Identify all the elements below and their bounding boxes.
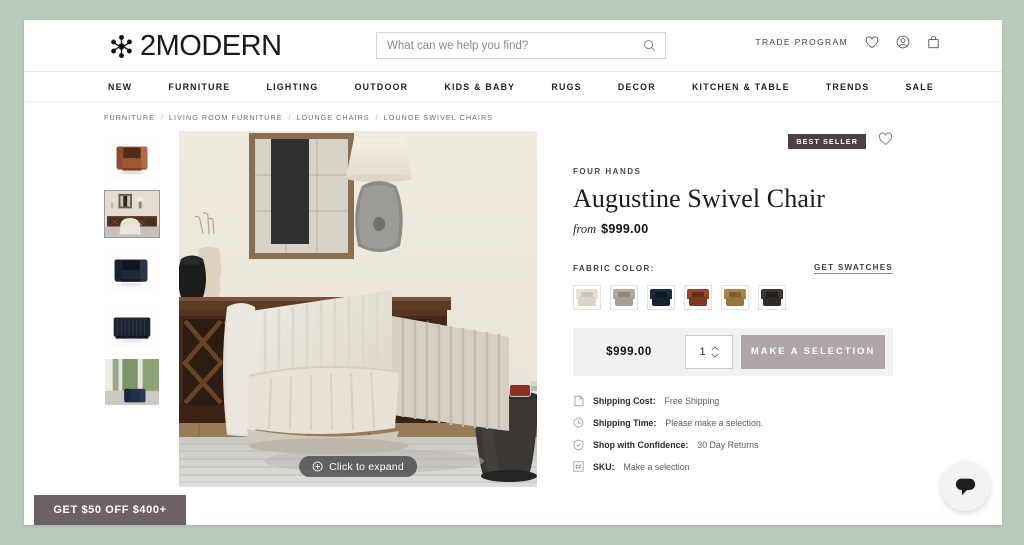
- chat-bubble-icon: [955, 478, 976, 496]
- browser-viewport: 2MODERN TRADE PROGRAM: [24, 20, 1002, 525]
- product-price: from $999.00: [573, 222, 893, 237]
- swatch-camel-tan[interactable]: [721, 284, 749, 310]
- product-badge-row: BEST SELLER: [573, 132, 893, 151]
- fabric-color-header: FABRIC COLOR: GET SWATCHES: [573, 263, 893, 274]
- get-swatches-link[interactable]: GET SWATCHES: [813, 263, 893, 274]
- heart-icon[interactable]: [865, 35, 879, 49]
- nav-item-outdoor[interactable]: OUTDOOR: [355, 82, 409, 92]
- breadcrumb-separator: /: [160, 113, 163, 122]
- asterisk-star-logo-icon: [111, 34, 132, 58]
- primary-nav: NEW FURNITURE LIGHTING OUTDOOR KIDS & BA…: [24, 72, 1002, 102]
- nav-item-decor[interactable]: DECOR: [618, 82, 656, 92]
- status-badge: BEST SELLER: [788, 133, 866, 149]
- price-prefix: from: [573, 221, 597, 236]
- thumbnail-navy-chair-lifestyle[interactable]: [104, 358, 160, 406]
- trade-program-link[interactable]: TRADE PROGRAM: [755, 37, 848, 47]
- nav-item-trends[interactable]: TRENDS: [826, 82, 870, 92]
- nav-item-furniture[interactable]: FURNITURE: [168, 82, 230, 92]
- meta-row-sku: SKU: Make a selection: [573, 456, 893, 478]
- purchase-price: $999.00: [606, 345, 652, 358]
- nav-item-kids-baby[interactable]: KIDS & BABY: [444, 82, 515, 92]
- price-value: $999.00: [601, 221, 649, 236]
- breadcrumb-item-furniture[interactable]: FURNITURE: [104, 113, 155, 122]
- make-a-selection-button[interactable]: MAKE A SELECTION: [741, 334, 885, 369]
- breadcrumb-separator: /: [375, 113, 378, 122]
- plus-circle-icon: [312, 461, 323, 472]
- swatch-taupe-grey[interactable]: [610, 284, 638, 310]
- fabric-color-label: FABRIC COLOR:: [573, 263, 655, 273]
- click-to-expand-button[interactable]: Click to expand: [299, 456, 417, 477]
- page-title: Augustine Swivel Chair: [573, 184, 826, 213]
- quantity-arrows[interactable]: [711, 345, 719, 358]
- thumbnail-navy-chair-angle[interactable]: [104, 246, 160, 294]
- shield-check-icon: [573, 439, 584, 451]
- thumbnail-cognac-leather-chair[interactable]: [104, 134, 160, 182]
- thumbnail-room-scene[interactable]: [104, 190, 160, 238]
- quantity-stepper[interactable]: 1: [685, 334, 733, 369]
- product-meta-list: Shipping Cost: Free Shipping Shipping Ti…: [573, 390, 893, 478]
- product-detail-main: Click to expand BEST SELLER FOUR HANDS A…: [24, 131, 1002, 487]
- promo-offer-banner[interactable]: GET $50 OFF $400+: [34, 495, 186, 525]
- user-circle-icon[interactable]: [896, 35, 910, 49]
- product-hero-image[interactable]: Click to expand: [179, 131, 537, 487]
- nav-item-rugs[interactable]: RUGS: [551, 82, 581, 92]
- logo-wordmark: 2MODERN: [140, 29, 282, 62]
- search-input[interactable]: [377, 39, 643, 52]
- thumbnail-navy-chair-back[interactable]: [104, 302, 160, 350]
- hash-icon: [573, 461, 584, 473]
- purchase-bar: $999.00 1 MAKE A SELECTION: [573, 327, 893, 376]
- wishlist-heart-icon[interactable]: [878, 132, 893, 151]
- breadcrumb: FURNITURE / LIVING ROOM FURNITURE / LOUN…: [24, 102, 1002, 131]
- swatch-navy-blue[interactable]: [647, 284, 675, 310]
- bag-icon[interactable]: [927, 35, 940, 49]
- meta-key: Shipping Time:: [593, 417, 657, 428]
- site-logo[interactable]: 2MODERN: [108, 29, 282, 63]
- search-icon[interactable]: [643, 39, 656, 52]
- chevron-down-icon[interactable]: [711, 353, 719, 358]
- room-scene-thumbnail-image: [105, 359, 159, 405]
- meta-value: Please make a selection.: [665, 417, 764, 428]
- swatch-ivory-linen[interactable]: [573, 284, 601, 310]
- product-info-panel: BEST SELLER FOUR HANDS Augustine Swivel …: [573, 131, 893, 487]
- breadcrumb-separator: /: [288, 113, 291, 122]
- room-scene-thumbnail-image: [105, 191, 159, 237]
- chair-thumbnail-image: [105, 247, 159, 293]
- nav-item-kitchen-table[interactable]: KITCHEN & TABLE: [692, 82, 790, 92]
- expand-label: Click to expand: [329, 460, 404, 473]
- hero-room-scene-image: [179, 131, 537, 487]
- breadcrumb-item-lounge-chairs[interactable]: LOUNGE CHAIRS: [296, 113, 369, 122]
- product-brand[interactable]: FOUR HANDS: [573, 167, 893, 176]
- meta-value: Make a selection: [623, 461, 690, 472]
- swatch-cognac-leather[interactable]: [684, 284, 712, 310]
- meta-value: Free Shipping: [664, 395, 720, 406]
- chevron-up-icon[interactable]: [711, 345, 719, 351]
- meta-row-shop-with-confidence: Shop with Confidence: 30 Day Returns: [573, 434, 893, 456]
- chat-widget-button[interactable]: [941, 462, 990, 511]
- nav-item-new[interactable]: NEW: [108, 82, 132, 92]
- thumbnail-gallery: [104, 131, 174, 487]
- nav-item-sale[interactable]: SALE: [906, 82, 934, 92]
- quantity-value: 1: [699, 345, 706, 358]
- chair-thumbnail-image: [105, 303, 159, 349]
- clock-icon: [573, 417, 584, 429]
- meta-row-shipping-cost: Shipping Cost: Free Shipping: [573, 390, 893, 412]
- document-icon: [573, 395, 584, 407]
- meta-key: Shipping Cost:: [593, 395, 656, 406]
- header-utility-nav: TRADE PROGRAM: [755, 35, 940, 49]
- meta-key: Shop with Confidence:: [593, 439, 689, 450]
- meta-key: SKU:: [593, 461, 615, 472]
- nav-item-lighting[interactable]: LIGHTING: [266, 82, 318, 92]
- chair-thumbnail-image: [105, 135, 159, 181]
- meta-row-shipping-time: Shipping Time: Please make a selection.: [573, 412, 893, 434]
- site-header: 2MODERN TRADE PROGRAM: [24, 20, 1002, 72]
- swatch-espresso-dark[interactable]: [758, 284, 786, 310]
- breadcrumb-item-lounge-swivel-chairs[interactable]: LOUNGE SWIVEL CHAIRS: [384, 113, 493, 122]
- fabric-swatch-list: [573, 284, 893, 310]
- search-bar[interactable]: [376, 32, 666, 59]
- breadcrumb-item-living-room-furniture[interactable]: LIVING ROOM FURNITURE: [169, 113, 283, 122]
- meta-value: 30 Day Returns: [697, 439, 759, 450]
